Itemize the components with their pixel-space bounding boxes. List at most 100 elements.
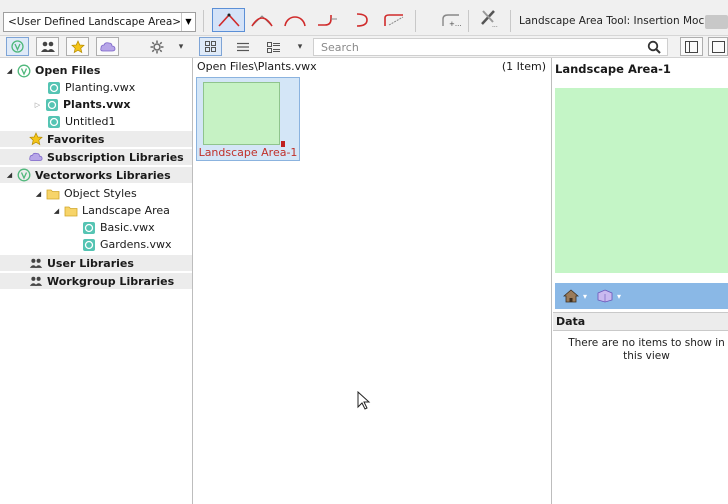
- toolbar-divider: [510, 10, 511, 32]
- collapsed-triangle-icon[interactable]: ▷: [33, 100, 42, 109]
- toolbar-divider: [415, 10, 416, 32]
- tree-item-label: Workgroup Libraries: [47, 274, 175, 288]
- tree-item-workgroup-libraries[interactable]: Workgroup Libraries: [0, 273, 192, 290]
- grid-view-button[interactable]: [199, 37, 222, 56]
- polyline-point-arc-mode-button[interactable]: [344, 8, 377, 32]
- tool-settings-button[interactable]: ...: [473, 6, 506, 30]
- search-scope-chevron[interactable]: ▾: [295, 39, 305, 55]
- polyline-bezier-mode-button[interactable]: [245, 8, 278, 32]
- polyline-radius-mode-button[interactable]: [377, 8, 410, 32]
- subscriptions-icon: [29, 152, 43, 161]
- data-section-header: Data: [553, 312, 728, 331]
- search-placeholder: Search: [321, 41, 359, 54]
- favorites-button[interactable]: [66, 37, 89, 56]
- gear-menu-chevron[interactable]: ▾: [176, 39, 186, 55]
- search-input[interactable]: Search: [313, 38, 668, 56]
- view-mode-button[interactable]: ▾: [597, 289, 621, 303]
- tree-item-label: Plants.vwx: [63, 98, 131, 111]
- tree-item-open-files[interactable]: ◢ Open Files: [0, 62, 192, 79]
- polyline-tangent-arc-mode-button[interactable]: [311, 8, 344, 32]
- polyline-corner-mode-button[interactable]: [212, 8, 245, 32]
- tree-item-label: Subscription Libraries: [47, 150, 184, 164]
- polyline-bezier-icon: [250, 15, 273, 27]
- detail-view-icon: [266, 41, 280, 53]
- tree-item-label: Gardens.vwx: [100, 238, 172, 251]
- tree-item-user-libraries[interactable]: User Libraries: [0, 255, 192, 272]
- resource-manager-toolbar: ▾ ▾ Search: [0, 36, 728, 58]
- tree-item-untitled1[interactable]: Untitled1: [0, 113, 192, 130]
- vectorworks-icon: [17, 168, 31, 182]
- subscriptions-button[interactable]: [96, 37, 119, 56]
- panel-layout-icon: [685, 40, 698, 53]
- tree-item-basic[interactable]: Basic.vwx: [0, 219, 192, 236]
- resource-thumbnail[interactable]: Landscape Area-1: [196, 77, 300, 161]
- polyline-point-arc-icon: [356, 13, 368, 27]
- chevron-down-icon: ▼: [181, 13, 195, 31]
- tool-mode-label: Landscape Area Tool: Insertion Moc···: [519, 15, 715, 27]
- polyline-corner-icon: [217, 13, 240, 27]
- rect-mode-icon: +...: [441, 14, 461, 27]
- favorites-icon: [29, 132, 43, 146]
- tree-item-subscription-libraries[interactable]: Subscription Libraries: [0, 149, 192, 166]
- preview-image: [555, 88, 728, 273]
- tree-item-vectorworks-libraries[interactable]: ◢ Vectorworks Libraries: [0, 167, 192, 184]
- vwx-file-icon: [48, 115, 60, 128]
- polyline-cubic-mode-button[interactable]: [278, 8, 311, 32]
- list-view-icon: [237, 42, 249, 52]
- render-mode-button[interactable]: ▾: [563, 289, 587, 303]
- tree-item-planting[interactable]: Planting.vwx: [0, 79, 192, 96]
- expand-triangle-icon[interactable]: ◢: [5, 66, 14, 75]
- polyline-radius-icon: [383, 14, 403, 26]
- folder-icon: [46, 189, 60, 199]
- vectorworks-libraries-icon: [11, 40, 24, 53]
- tree-item-label: User Libraries: [47, 256, 134, 270]
- data-empty-message: There are no items to show in this view: [568, 337, 725, 362]
- tree-item-plants[interactable]: ▷ Plants.vwx: [0, 96, 192, 113]
- landscape-area-preview-image: [203, 82, 285, 147]
- chevron-down-icon: ▾: [297, 42, 303, 52]
- gear-button[interactable]: [150, 39, 164, 55]
- tree-item-landscape-area[interactable]: ◢ Landscape Area: [0, 202, 192, 219]
- vectorworks-icon: [17, 64, 31, 77]
- svg-text:+...: +...: [449, 20, 461, 27]
- tree-item-object-styles[interactable]: ◢ Object Styles: [0, 185, 192, 202]
- tree-item-label: Untitled1: [65, 115, 116, 128]
- mouse-cursor-icon: [357, 391, 371, 410]
- gear-icon: [150, 40, 164, 54]
- user-libraries-button[interactable]: [36, 37, 59, 56]
- grid-view-icon: [205, 41, 216, 52]
- tree-item-label: Basic.vwx: [100, 221, 155, 234]
- expand-triangle-icon[interactable]: ◢: [5, 171, 14, 180]
- vwx-file-icon: [83, 238, 95, 251]
- settings-tools-icon: ...: [480, 10, 497, 28]
- detail-view-button[interactable]: [265, 39, 281, 55]
- polyline-tangent-arc-icon: [317, 15, 337, 26]
- vectorworks-libraries-button[interactable]: [6, 37, 29, 56]
- favorites-icon: [70, 39, 85, 53]
- resource-thumbnail-label: Landscape Area-1: [198, 146, 298, 159]
- tree-item-favorites[interactable]: Favorites: [0, 131, 192, 148]
- preview-pane: Landscape Area-1 ▾ ▾ Data There are no i…: [553, 58, 728, 504]
- user-libraries-icon: [29, 258, 43, 268]
- subscriptions-icon: [99, 41, 115, 51]
- list-view-button[interactable]: [236, 39, 250, 55]
- expand-triangle-icon[interactable]: ◢: [34, 189, 43, 198]
- resource-browser: Open Files\Plants.vwx (1 Item) Landscape…: [194, 58, 552, 504]
- toolbar-divider: [203, 10, 204, 32]
- tree-item-gardens[interactable]: Gardens.vwx: [0, 236, 192, 253]
- vwx-file-icon: [46, 98, 58, 111]
- panel-layout-alt-button[interactable]: [708, 37, 728, 56]
- vwx-file-icon: [48, 81, 60, 94]
- mode-button-group: [212, 8, 410, 32]
- fillet-mode-button[interactable]: +...: [433, 8, 466, 32]
- panel-layout-button[interactable]: [680, 37, 703, 56]
- folder-icon: [64, 206, 78, 216]
- library-tree: ◢ Open Files Planting.vwx ▷ Plants.vwx U…: [0, 58, 193, 504]
- toolbar-overflow-button[interactable]: [705, 15, 728, 29]
- item-count: (1 Item): [501, 60, 546, 73]
- expand-triangle-icon[interactable]: ◢: [52, 206, 61, 215]
- chevron-down-icon: ▾: [583, 291, 588, 301]
- toolbar-divider: [468, 10, 469, 32]
- vwx-file-icon: [83, 221, 95, 234]
- class-dropdown[interactable]: <User Defined Landscape Area> ▼: [3, 12, 196, 32]
